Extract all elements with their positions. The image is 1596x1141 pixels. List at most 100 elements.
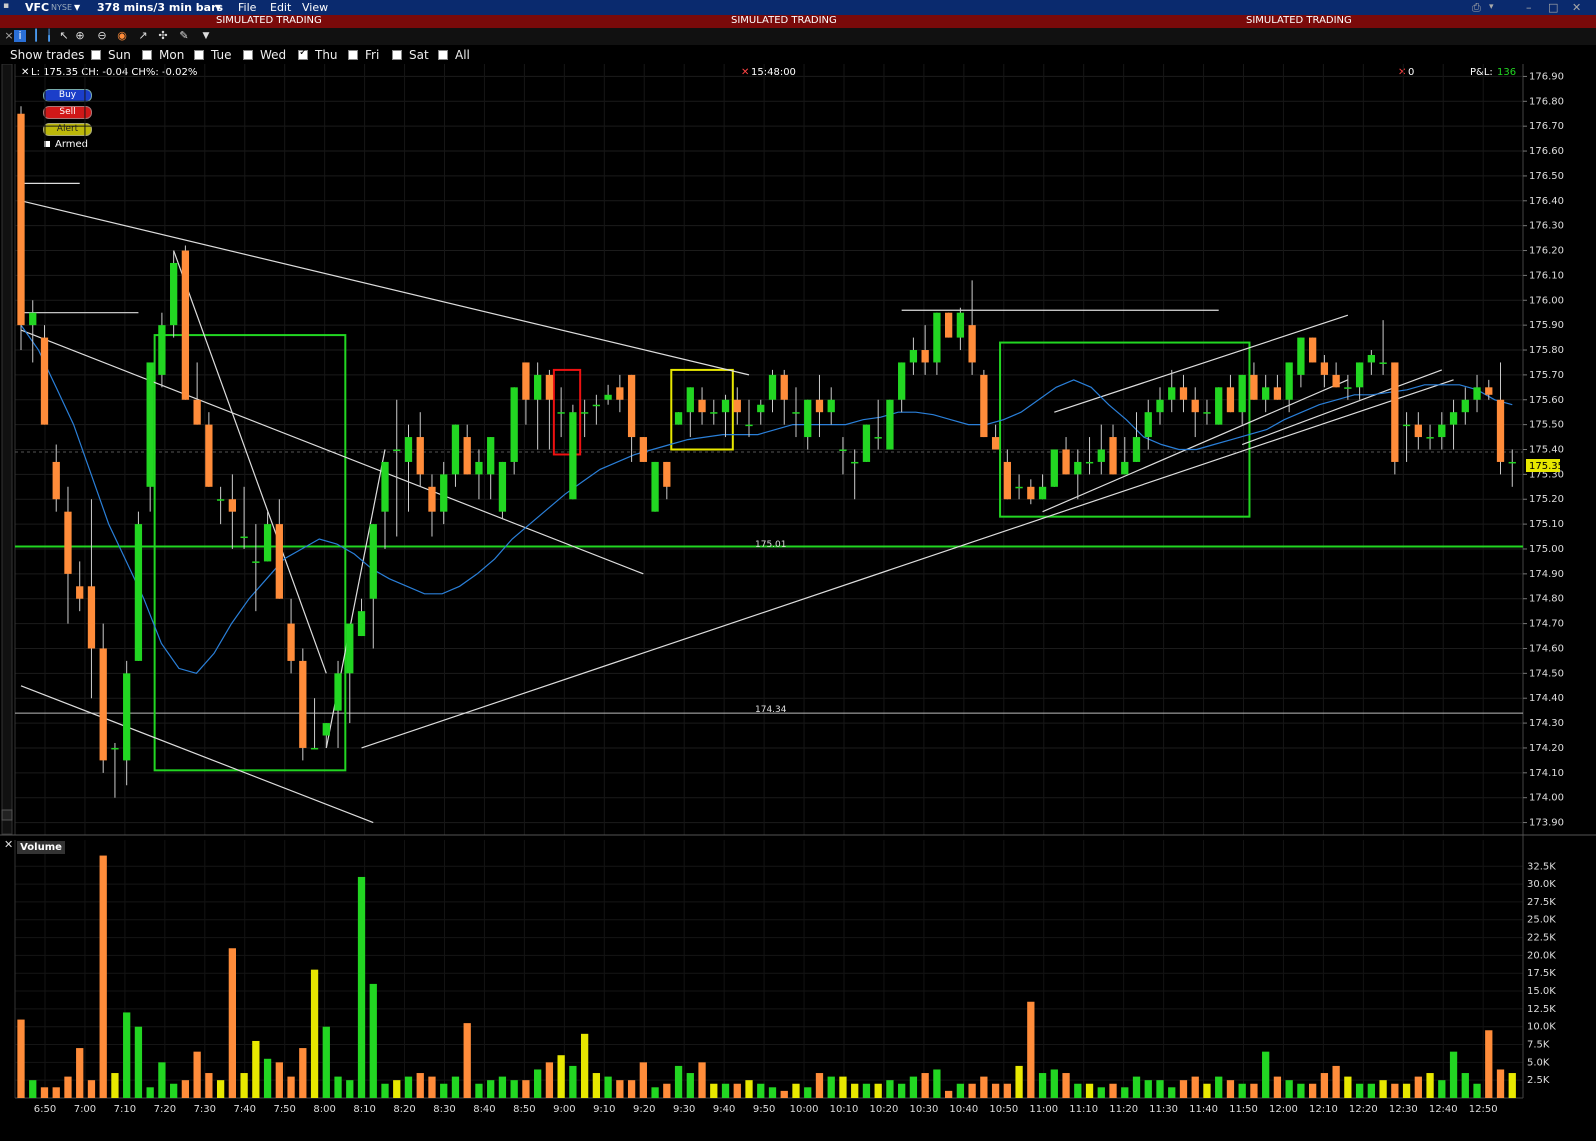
checkbox-sat[interactable] bbox=[392, 50, 402, 60]
price-tick-label: 176.70 bbox=[1529, 121, 1564, 132]
volume-bar bbox=[404, 1076, 413, 1098]
volume-bar bbox=[968, 1083, 976, 1098]
volume-bar bbox=[1473, 1083, 1481, 1098]
volume-bar bbox=[17, 1019, 25, 1098]
candle-body bbox=[1050, 449, 1058, 487]
symbol-dropdown-icon[interactable]: ▼ bbox=[74, 3, 80, 12]
time-tick-label: 12:50 bbox=[1469, 1104, 1498, 1115]
menu-file[interactable]: File bbox=[238, 1, 256, 14]
dropdown-icon[interactable]: ▼ bbox=[200, 30, 212, 42]
candle-body bbox=[510, 387, 518, 462]
volume-bar bbox=[827, 1076, 835, 1098]
candle-body bbox=[639, 437, 647, 462]
price-tick-label: 176.50 bbox=[1529, 171, 1564, 182]
time-tick-label: 9:10 bbox=[593, 1104, 615, 1115]
candle-body bbox=[1332, 374, 1340, 388]
candle-body bbox=[780, 374, 788, 400]
show-trades-label: Show trades bbox=[10, 48, 85, 62]
volume-bar bbox=[369, 983, 377, 1098]
crosshair-icon[interactable]: ◉ bbox=[116, 30, 128, 42]
pan-icon[interactable]: ✣ bbox=[157, 30, 169, 42]
volume-bar bbox=[851, 1083, 859, 1098]
candle-body bbox=[874, 437, 882, 439]
price-tick-label: 176.20 bbox=[1529, 246, 1564, 257]
candle-body bbox=[498, 461, 507, 512]
volume-close-icon[interactable]: ✕ bbox=[4, 838, 13, 851]
label-mon: Mon bbox=[159, 48, 185, 62]
minimize-icon[interactable]: – bbox=[1526, 1, 1532, 14]
volume-bar bbox=[463, 1023, 471, 1098]
checkbox-thu[interactable] bbox=[298, 47, 308, 60]
volume-bar bbox=[757, 1083, 765, 1098]
timeframe-selector[interactable]: 378 mins/3 min bars bbox=[97, 1, 223, 14]
checkbox-fri[interactable] bbox=[348, 50, 358, 60]
candle-body bbox=[1062, 449, 1070, 475]
label-wed: Wed bbox=[260, 48, 287, 62]
print-icon[interactable]: ⎙ bbox=[1472, 1, 1481, 15]
cursor-icon[interactable]: ↗ bbox=[137, 30, 149, 42]
volume-axis: 32.5K 30.0K 27.5K 25.0K 22.5K 20.0K 17.5K 15.0K… bbox=[1527, 861, 1556, 1086]
volume-bar bbox=[76, 1048, 84, 1098]
candle-body bbox=[933, 312, 941, 363]
scroll-down-button[interactable] bbox=[1, 809, 13, 821]
bar-chart-icon[interactable]: ┃ bbox=[30, 30, 42, 42]
wrench-icon[interactable]: ✎ bbox=[178, 30, 190, 42]
menu-view[interactable]: View bbox=[302, 1, 328, 14]
time-tick-label: 8:50 bbox=[513, 1104, 535, 1115]
volume-bar bbox=[792, 1083, 800, 1098]
info-icon[interactable]: i bbox=[14, 30, 26, 42]
timeframe-dropdown-icon[interactable]: ▼ bbox=[215, 3, 221, 12]
volume-bar bbox=[40, 1087, 49, 1098]
candle-body bbox=[827, 399, 835, 413]
volume-bar bbox=[1132, 1076, 1141, 1098]
candle-body bbox=[310, 747, 319, 750]
candle-body bbox=[1203, 412, 1211, 414]
checkbox-mon[interactable] bbox=[142, 50, 152, 60]
banner-text-left: SIMULATED TRADING bbox=[216, 15, 322, 26]
settings-icon[interactable]: ▾ bbox=[1489, 2, 1494, 12]
checkbox-tue[interactable] bbox=[194, 50, 204, 60]
symbol-label[interactable]: VFC bbox=[25, 1, 49, 14]
volume-bar bbox=[510, 1080, 518, 1098]
candle-body bbox=[804, 399, 812, 438]
menu-edit[interactable]: Edit bbox=[270, 1, 291, 14]
candle-body bbox=[1121, 461, 1129, 475]
volume-bar bbox=[1238, 1083, 1246, 1098]
pointer-icon[interactable]: ↖ bbox=[58, 30, 70, 42]
price-tick-label: 175.40 bbox=[1529, 445, 1564, 456]
volume-bar bbox=[839, 1076, 847, 1098]
candle-body bbox=[1297, 337, 1305, 375]
price-chart[interactable]: 176.90 176.80 176.70 176.60 176.50 176.40 176.… bbox=[0, 64, 1596, 1141]
maximize-icon[interactable]: □ bbox=[1548, 1, 1558, 14]
last-price-tag-text: 175.35 bbox=[1529, 461, 1564, 472]
close-window-icon[interactable]: ✕ bbox=[1572, 1, 1581, 14]
volume-bar bbox=[1215, 1076, 1223, 1098]
volume-bar bbox=[287, 1076, 295, 1098]
volume-bar bbox=[1015, 1065, 1023, 1098]
price-tick-label: 175.00 bbox=[1529, 544, 1564, 555]
candle-body bbox=[534, 374, 542, 400]
candle-body bbox=[1285, 362, 1293, 400]
zoom-in-icon[interactable]: ⊕ bbox=[74, 30, 86, 42]
zoom-out-icon[interactable]: ⊖ bbox=[96, 30, 108, 42]
volume-bar bbox=[357, 876, 366, 1098]
candle-body bbox=[674, 412, 683, 425]
volume-bar bbox=[228, 948, 236, 1098]
price-tick-label: 174.30 bbox=[1529, 718, 1564, 729]
left-scrollbar[interactable] bbox=[1, 64, 13, 835]
price-tick-label: 175.50 bbox=[1529, 420, 1564, 431]
checkbox-all[interactable] bbox=[438, 50, 448, 60]
volume-bar bbox=[451, 1076, 460, 1098]
volume-bar bbox=[181, 1080, 190, 1098]
volume-bar bbox=[768, 1087, 777, 1098]
volume-bar bbox=[1414, 1076, 1422, 1098]
candle-body bbox=[1367, 354, 1375, 363]
volume-bar bbox=[346, 1080, 354, 1098]
candles-icon[interactable]: ╽ bbox=[43, 30, 55, 42]
volume-bar bbox=[921, 1073, 929, 1098]
price-tick-label: 175.70 bbox=[1529, 370, 1564, 381]
volume-bar bbox=[1367, 1083, 1375, 1098]
checkbox-sun[interactable] bbox=[91, 50, 101, 60]
checkbox-wed[interactable] bbox=[243, 50, 253, 60]
volume-bar bbox=[1485, 1030, 1493, 1098]
